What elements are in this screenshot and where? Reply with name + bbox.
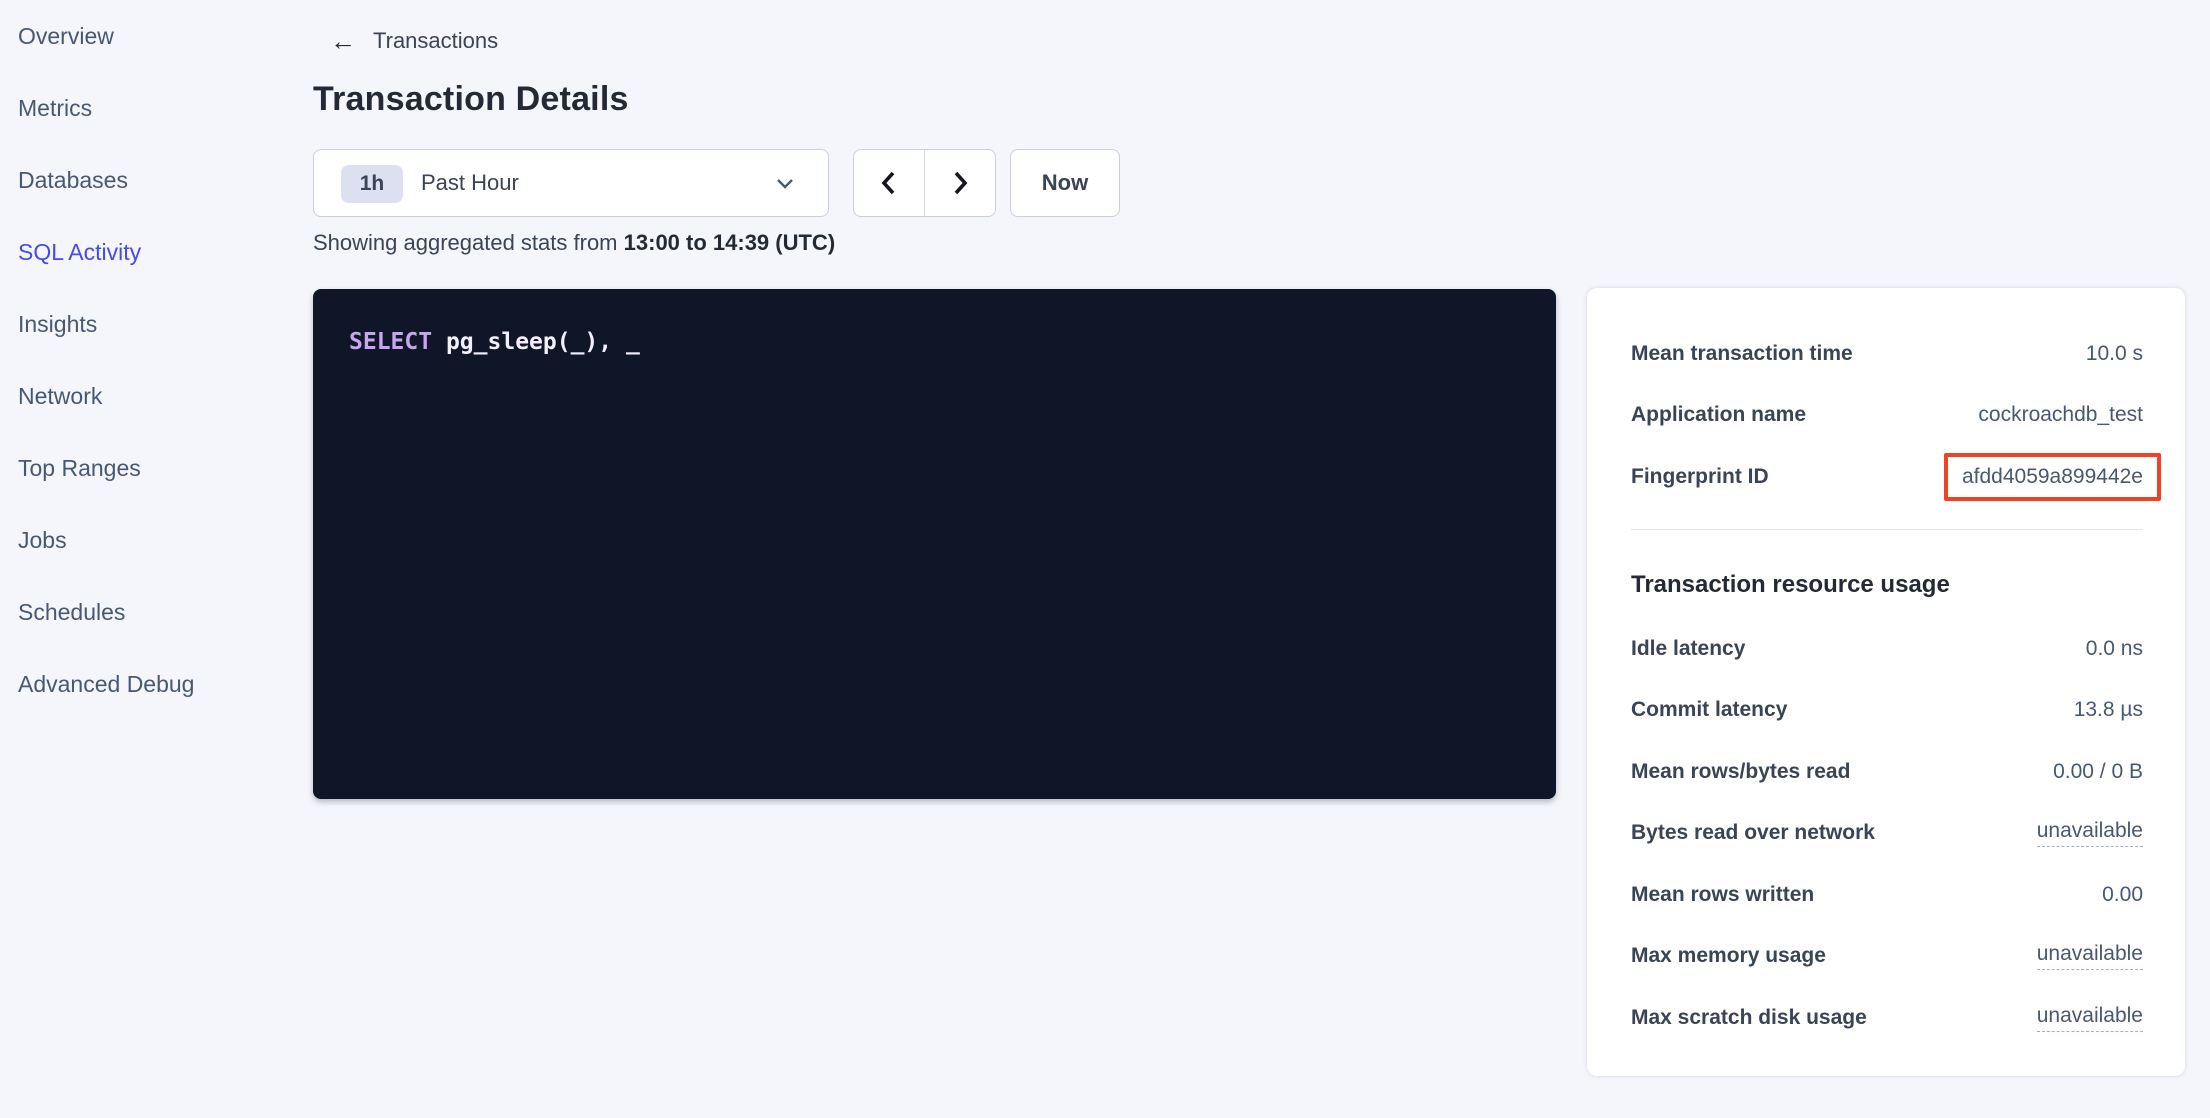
stat-label: Fingerprint ID — [1631, 465, 1769, 489]
sidebar-item-schedules[interactable]: Schedules — [0, 576, 300, 648]
sidebar-item-metrics[interactable]: Metrics — [0, 72, 300, 144]
stat-row-mean-transaction-time: Mean transaction time 10.0 s — [1631, 330, 2143, 378]
stat-value: 0.0 ns — [2086, 637, 2143, 661]
sql-statement-text: SELECT pg_sleep(_), _ — [349, 329, 640, 355]
time-range-badge: 1h — [341, 165, 403, 203]
aggregated-stats-caption: Showing aggregated stats from 13:00 to 1… — [313, 230, 835, 256]
sidebar-item-sql-activity[interactable]: SQL Activity — [0, 216, 300, 288]
stats-caption-range: 13:00 to 14:39 (UTC) — [624, 230, 836, 255]
previous-interval-button[interactable] — [854, 150, 924, 216]
sidebar-item-jobs[interactable]: Jobs — [0, 504, 300, 576]
page-title: Transaction Details — [313, 80, 629, 119]
breadcrumb[interactable]: ← Transactions — [330, 24, 498, 58]
stat-label: Mean transaction time — [1631, 342, 1853, 366]
transaction-details-card: Mean transaction time 10.0 s Application… — [1587, 288, 2185, 1076]
stat-value: 0.00 — [2102, 883, 2143, 907]
time-range-step-buttons — [853, 149, 996, 217]
sidebar-item-network[interactable]: Network — [0, 360, 300, 432]
stat-label: Idle latency — [1631, 637, 1745, 661]
breadcrumb-label[interactable]: Transactions — [373, 28, 498, 54]
chevron-right-icon — [949, 167, 971, 199]
stat-value: 0.00 / 0 B — [2053, 760, 2143, 784]
stat-row-mean-rows-bytes-read: Mean rows/bytes read 0.00 / 0 B — [1631, 748, 2143, 796]
sidebar-item-top-ranges[interactable]: Top Ranges — [0, 432, 300, 504]
stats-caption-prefix: Showing aggregated stats from — [313, 230, 618, 255]
stat-label: Application name — [1631, 403, 1806, 427]
chevron-down-icon — [776, 178, 794, 190]
now-button[interactable]: Now — [1010, 149, 1120, 217]
sql-statement-box: SELECT pg_sleep(_), _ — [313, 289, 1556, 799]
resource-usage-section-title: Transaction resource usage — [1631, 571, 1950, 599]
stat-row-idle-latency: Idle latency 0.0 ns — [1631, 625, 2143, 673]
stat-value-unavailable[interactable]: unavailable — [2037, 1004, 2143, 1032]
stat-label: Max memory usage — [1631, 944, 1826, 968]
stat-value-unavailable[interactable]: unavailable — [2037, 942, 2143, 970]
stat-row-bytes-read-over-network: Bytes read over network unavailable — [1631, 809, 2143, 857]
fingerprint-id-value-highlighted: afdd4059a899442e — [1944, 453, 2161, 501]
sidebar-item-insights[interactable]: Insights — [0, 288, 300, 360]
back-arrow-icon[interactable]: ← — [330, 28, 356, 54]
sql-body: pg_sleep(_), _ — [446, 329, 640, 355]
stat-row-max-memory-usage: Max memory usage unavailable — [1631, 932, 2143, 980]
stat-label: Bytes read over network — [1631, 821, 1875, 845]
next-interval-button[interactable] — [924, 150, 995, 216]
stat-row-mean-rows-written: Mean rows written 0.00 — [1631, 871, 2143, 919]
sidebar-item-overview[interactable]: Overview — [0, 0, 300, 72]
stat-value-unavailable[interactable]: unavailable — [2037, 819, 2143, 847]
card-divider — [1631, 529, 2143, 530]
stat-label: Max scratch disk usage — [1631, 1006, 1867, 1030]
stat-label: Commit latency — [1631, 698, 1787, 722]
stat-label: Mean rows/bytes read — [1631, 760, 1850, 784]
sql-keyword: SELECT — [349, 329, 432, 355]
chevron-left-icon — [878, 167, 900, 199]
sidebar-item-databases[interactable]: Databases — [0, 144, 300, 216]
stat-value: 10.0 s — [2086, 342, 2143, 366]
time-range-selected-value: Past Hour — [421, 150, 519, 216]
stat-row-application-name: Application name cockroachdb_test — [1631, 391, 2143, 439]
sidebar-nav-list: Overview Metrics Databases SQL Activity … — [0, 0, 300, 720]
stat-value: cockroachdb_test — [1978, 403, 2143, 427]
stat-row-max-scratch-disk-usage: Max scratch disk usage unavailable — [1631, 994, 2143, 1042]
stat-row-fingerprint-id: Fingerprint ID afdd4059a899442e — [1631, 453, 2143, 501]
stat-label: Mean rows written — [1631, 883, 1814, 907]
sidebar-item-advanced-debug[interactable]: Advanced Debug — [0, 648, 300, 720]
sidebar: Overview Metrics Databases SQL Activity … — [0, 0, 300, 720]
stat-value: 13.8 µs — [2074, 698, 2143, 722]
time-range-dropdown[interactable]: 1h Past Hour — [313, 149, 829, 217]
stat-row-commit-latency: Commit latency 13.8 µs — [1631, 686, 2143, 734]
